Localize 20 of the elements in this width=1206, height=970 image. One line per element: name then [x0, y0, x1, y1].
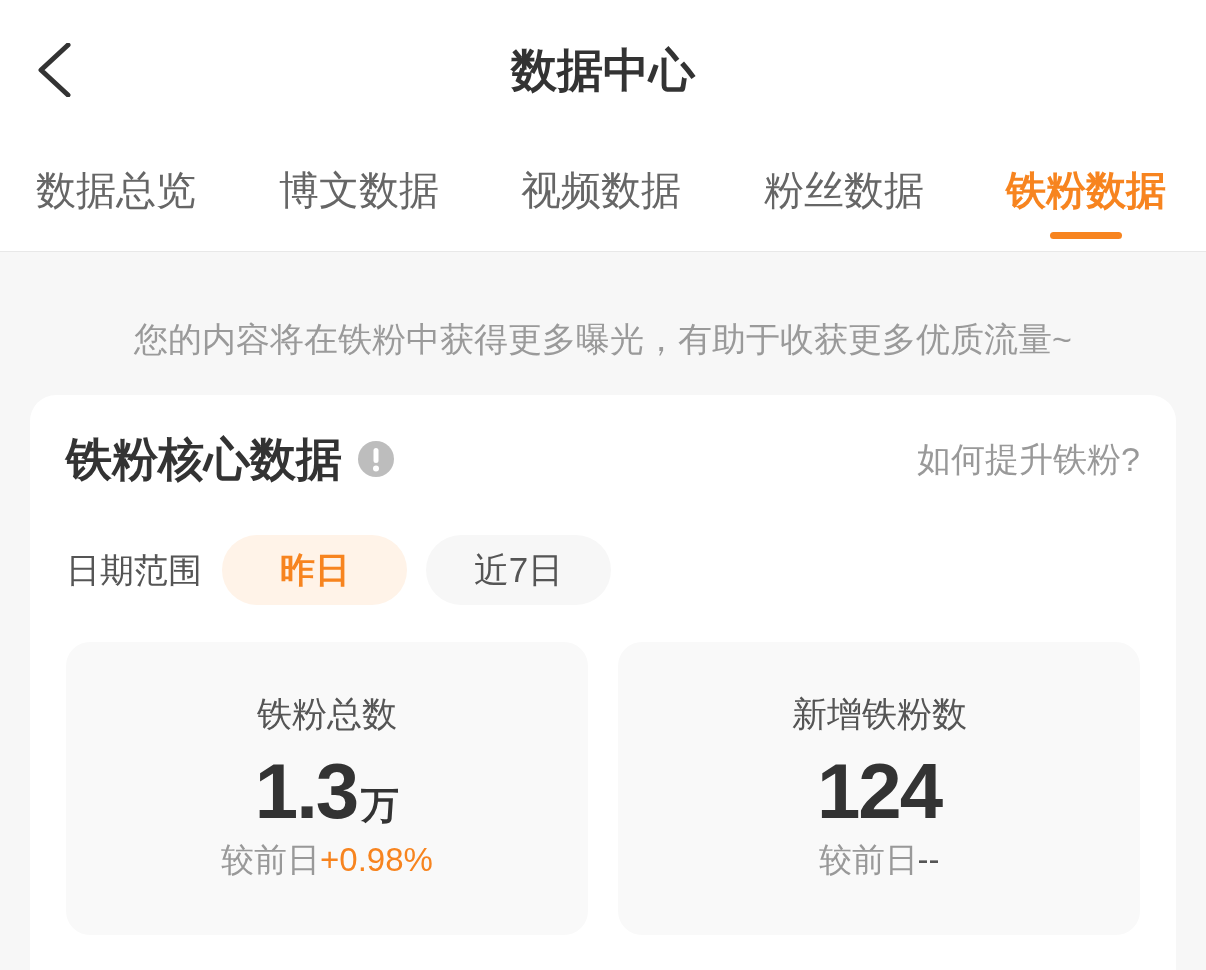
- stat-label: 铁粉总数: [257, 693, 397, 735]
- stat-label: 新增铁粉数: [791, 693, 967, 735]
- tab-indicator: [1050, 232, 1122, 239]
- date-range-option[interactable]: 近7日: [426, 535, 611, 605]
- tab[interactable]: 粉丝数据: [763, 166, 924, 214]
- tab[interactable]: 视频数据: [521, 166, 681, 214]
- back-chevron-icon: [37, 43, 71, 97]
- tab[interactable]: 数据总览: [36, 166, 196, 214]
- date-range-label: 日期范围: [66, 550, 202, 591]
- change-value: +0.98%: [320, 840, 433, 880]
- compare-label: 较前日: [818, 840, 918, 880]
- page-title: 数据中心: [511, 43, 695, 98]
- compare-label: 较前日: [221, 840, 321, 880]
- notice-text: 您的内容将在铁粉中获得更多曝光，有助于收获更多优质流量~: [134, 319, 1072, 360]
- card-title: 铁粉核心数据: [66, 433, 342, 485]
- stat-value: 124: [816, 749, 942, 833]
- tab[interactable]: 博文数据: [278, 166, 439, 214]
- change-value: --: [917, 840, 940, 880]
- stat-unit: 万: [361, 783, 400, 827]
- stat-value: 1.3: [254, 749, 358, 833]
